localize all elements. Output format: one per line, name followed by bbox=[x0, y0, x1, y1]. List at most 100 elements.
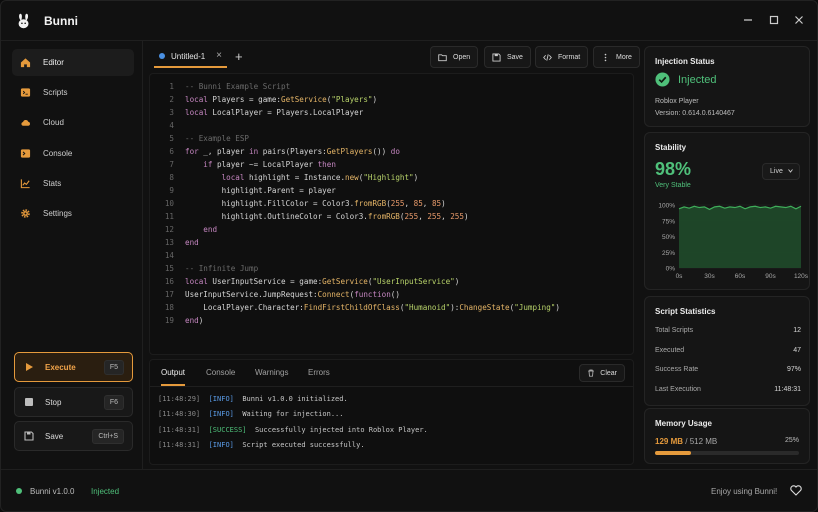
output-panel: Output Console Warnings Errors Clear [11… bbox=[149, 359, 634, 465]
tab-output[interactable]: Output bbox=[161, 360, 186, 386]
memory-used: 129 MB bbox=[655, 437, 684, 446]
execute-button[interactable]: Execute F5 bbox=[14, 352, 133, 382]
save-button[interactable]: Save bbox=[484, 46, 531, 68]
code-line: 17 UserInputService.JumpRequest:Connect(f… bbox=[164, 290, 400, 299]
save-icon bbox=[492, 52, 501, 62]
code-line: 2 local Players = game:GetService("Player… bbox=[169, 95, 378, 104]
card-title: Stability bbox=[655, 143, 687, 152]
gear-icon bbox=[21, 209, 30, 218]
save-script-button[interactable]: Save Ctrl+S bbox=[14, 421, 133, 451]
open-button[interactable]: Open bbox=[430, 46, 479, 68]
x-tick-label: 0s bbox=[676, 273, 684, 280]
live-label: Live bbox=[770, 168, 783, 175]
scripts-icon bbox=[20, 88, 31, 97]
stat-total-scripts: Total Scripts 12 bbox=[655, 327, 801, 334]
code-line: 8 local highlight = Instance.new("Highli… bbox=[169, 173, 419, 182]
memory-bar-track bbox=[655, 451, 799, 455]
sidebar-item-settings[interactable]: Settings bbox=[12, 200, 134, 227]
cloud-icon bbox=[21, 120, 31, 126]
close-button[interactable] bbox=[792, 13, 806, 27]
close-icon bbox=[795, 16, 803, 24]
code-editor[interactable]: 1 -- Bunni Example Script 2 local Players … bbox=[149, 73, 634, 355]
footer-tagline: Enjoy using Bunni! bbox=[711, 487, 778, 496]
x-tick-label: 60s bbox=[735, 273, 746, 280]
code-line: 14 bbox=[164, 251, 174, 260]
execute-label: Execute bbox=[45, 362, 76, 372]
stat-success-rate: Success Rate 97% bbox=[655, 366, 801, 373]
code-line: 18 LocalPlayer.Character:FindFirstChildO… bbox=[164, 303, 560, 312]
live-dropdown[interactable]: Live bbox=[762, 163, 800, 180]
sidebar-item-console[interactable]: Console bbox=[12, 140, 134, 167]
stop-shortcut: F6 bbox=[103, 395, 124, 410]
tab-close-icon[interactable]: × bbox=[216, 50, 222, 61]
stop-label: Stop bbox=[45, 397, 62, 407]
sidebar-item-label: Console bbox=[43, 149, 73, 158]
save-label: Save bbox=[45, 431, 64, 441]
sidebar-item-cloud[interactable]: Cloud bbox=[12, 109, 134, 136]
minimize-button[interactable] bbox=[741, 13, 755, 27]
code-icon bbox=[543, 53, 552, 61]
tab-label: Untitled-1 bbox=[171, 51, 206, 61]
maximize-button[interactable] bbox=[767, 13, 781, 27]
code-line: 9 highlight.Parent = player bbox=[169, 186, 336, 195]
stop-button[interactable]: Stop F6 bbox=[14, 387, 133, 417]
heart-icon[interactable] bbox=[790, 485, 802, 496]
more-button[interactable]: More bbox=[593, 46, 640, 68]
code-line: 7 if player ~= LocalPlayer then bbox=[169, 160, 336, 169]
tab-errors[interactable]: Errors bbox=[308, 360, 330, 386]
memory-usage-card: Memory Usage 129 MB / 512 MB 25% bbox=[644, 408, 810, 464]
sidebar-item-stats[interactable]: Stats bbox=[12, 170, 134, 197]
more-label: More bbox=[616, 53, 632, 61]
maximize-icon bbox=[769, 15, 779, 25]
tab-console[interactable]: Console bbox=[206, 360, 235, 386]
open-label: Open bbox=[453, 53, 471, 61]
stop-icon bbox=[25, 398, 33, 406]
minimize-icon bbox=[744, 19, 752, 21]
log-line: [11:48:29] [INFO] Bunni v1.0.0 initializ… bbox=[158, 395, 348, 403]
home-icon bbox=[20, 58, 31, 68]
code-line: 10 highlight.FillColor = Color3.fromRGB(… bbox=[164, 199, 446, 208]
code-line: 1 -- Bunni Example Script bbox=[169, 82, 291, 91]
y-tick-label: 100% bbox=[658, 203, 675, 210]
format-button[interactable]: Format bbox=[535, 46, 589, 68]
execute-shortcut: F5 bbox=[103, 360, 124, 375]
code-line: 4 bbox=[169, 121, 174, 130]
divider bbox=[150, 386, 633, 387]
memory-bar-fill bbox=[655, 451, 691, 455]
memory-readout: 129 MB / 512 MB bbox=[655, 437, 717, 446]
code-line: 12 end bbox=[164, 225, 218, 234]
code-line: 13 end bbox=[164, 238, 199, 247]
tab-untitled[interactable]: Untitled-1 × bbox=[154, 46, 227, 68]
script-statistics-card: Script Statistics Total Scripts 12 Execut… bbox=[644, 296, 810, 406]
code-line: 19 end) bbox=[164, 316, 204, 325]
play-icon bbox=[26, 363, 33, 371]
code-line: 11 highlight.OutlineColor = Color3.fromR… bbox=[164, 212, 469, 221]
injection-status: Injected bbox=[678, 74, 717, 86]
tab-warnings[interactable]: Warnings bbox=[255, 360, 289, 386]
bunny-logo-icon bbox=[18, 13, 29, 29]
status-dot bbox=[16, 488, 22, 494]
stability-card: Stability 98% Very Stable Live 100% 75% 50… bbox=[644, 132, 810, 290]
code-line: 6 for _, player in pairs(Players:GetPlaye… bbox=[169, 147, 400, 156]
stat-executed: Executed 47 bbox=[655, 347, 801, 354]
add-tab-button[interactable]: + bbox=[235, 49, 243, 64]
sidebar-item-scripts[interactable]: Scripts bbox=[12, 79, 134, 106]
stability-value: 98% bbox=[655, 159, 692, 179]
sidebar-item-label: Cloud bbox=[43, 118, 64, 127]
save-label: Save bbox=[507, 53, 523, 61]
status-bar: Bunni v1.0.0 Injected Enjoy using Bunni! bbox=[1, 469, 817, 511]
code-line: 5 -- Example ESP bbox=[169, 134, 250, 143]
footer-status: Injected bbox=[91, 487, 120, 496]
card-title: Script Statistics bbox=[655, 307, 716, 316]
app-title: Bunni bbox=[44, 14, 78, 28]
x-tick-label: 90s bbox=[765, 273, 776, 280]
save-icon bbox=[24, 431, 34, 441]
injection-status-card: Injection Status Injected Roblox Player … bbox=[644, 46, 810, 127]
sidebar-item-editor[interactable]: Editor bbox=[12, 49, 134, 76]
player-name: Roblox Player bbox=[655, 98, 699, 105]
clear-label: Clear bbox=[600, 369, 617, 377]
y-tick-label: 50% bbox=[662, 234, 675, 241]
clear-button[interactable]: Clear bbox=[579, 364, 625, 382]
log-line: [11:48:30] [INFO] Waiting for injection.… bbox=[158, 410, 344, 418]
card-title: Injection Status bbox=[655, 57, 715, 66]
